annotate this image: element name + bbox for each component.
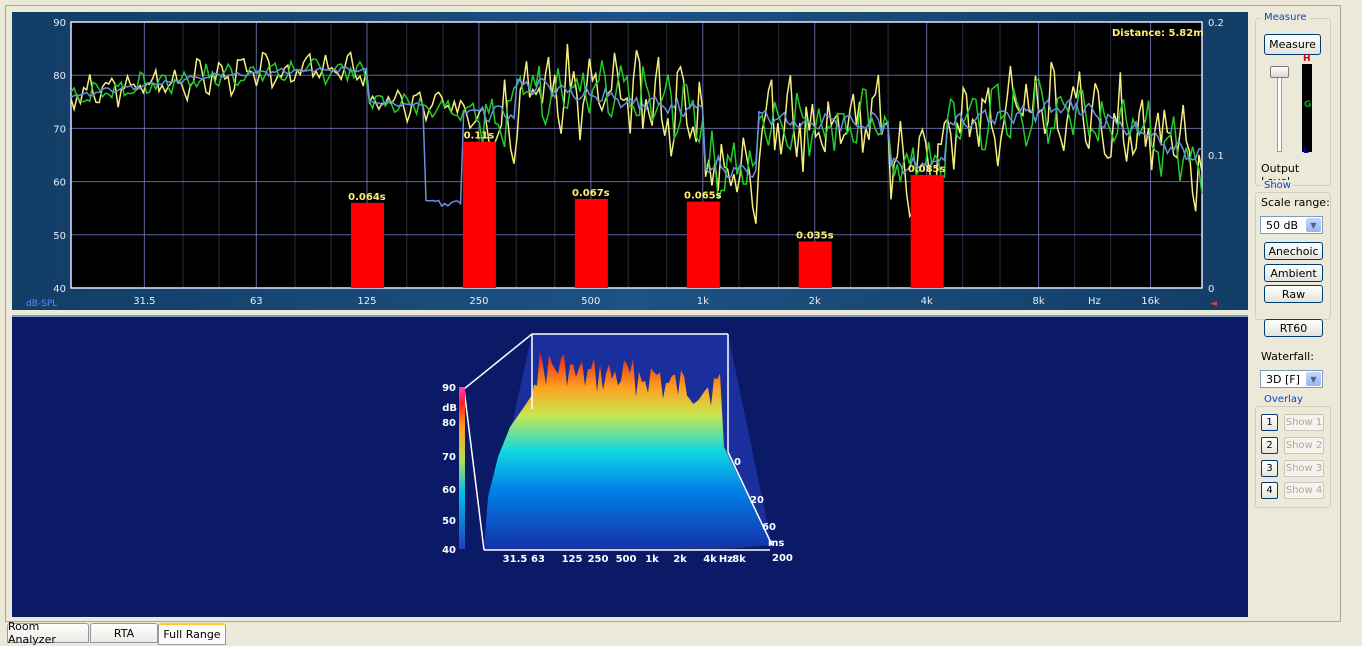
- waterfall-db-tick: 60: [442, 485, 456, 496]
- rt60-bar: [910, 174, 944, 288]
- waterfall-freq-tick: 250: [588, 554, 609, 565]
- waterfall-label: Waterfall:: [1261, 350, 1314, 363]
- frequency-response-panel: 0.064s 0.11s 0.067s 0.065s 0.035s 0.085s 90 80…: [12, 12, 1248, 310]
- x-end-marker: ◄: [1210, 299, 1217, 309]
- slider-thumb[interactable]: [1270, 66, 1289, 78]
- meter-low-label: L: [1303, 146, 1309, 156]
- meter-high-label: H: [1303, 54, 1311, 64]
- waterfall-freq-tick: 4k: [703, 554, 717, 565]
- chevron-down-icon[interactable]: ▼: [1306, 372, 1321, 386]
- chevron-down-icon[interactable]: ▼: [1306, 218, 1321, 232]
- waterfall-mode-select[interactable]: 3D [F] ▼: [1260, 370, 1323, 388]
- waterfall-time-tick: 60: [762, 522, 776, 533]
- waterfall-db-tick: 70: [442, 452, 456, 463]
- db-unit-label: dB: [442, 403, 457, 414]
- x-tick-label: 250: [469, 296, 488, 307]
- x-tick-label: 8k: [1033, 296, 1045, 307]
- waterfall-time-tick: 20: [750, 495, 764, 506]
- scale-range-value: 50 dB: [1266, 218, 1299, 232]
- rt60-button[interactable]: RT60: [1264, 319, 1323, 337]
- waterfall-panel: dB 90 80 70 60 50 40 31.5 63 125 250 500 1k 2k 4k Hz 8…: [12, 315, 1248, 617]
- y-right-tick-label: 0.1: [1208, 151, 1224, 162]
- x-tick-label: 16k: [1141, 296, 1160, 307]
- rt60-bar-label: 0.035s: [796, 230, 834, 241]
- overlay-4-button[interactable]: 4: [1261, 482, 1278, 499]
- measure-group-title: Measure: [1262, 12, 1309, 23]
- y-tick-label: 60: [53, 178, 66, 189]
- rt60-bar-label: 0.085s: [908, 164, 946, 175]
- rt60-bar-label: 0.064s: [348, 192, 386, 203]
- y-tick-label: 90: [53, 18, 66, 29]
- y-right-tick-label: 0: [1208, 284, 1214, 295]
- waterfall-db-tick: 50: [442, 516, 456, 527]
- waterfall-freq-tick: 2k: [673, 554, 687, 565]
- show-3-button[interactable]: Show 3: [1284, 460, 1324, 477]
- distance-label: Distance: 5.82m: [1112, 28, 1204, 39]
- waterfall-freq-tick: Hz: [719, 554, 733, 565]
- x-tick-label: 2k: [809, 296, 821, 307]
- rt60-bar-label: 0.065s: [684, 191, 722, 202]
- x-tick-label: 63: [250, 296, 263, 307]
- output-level-slider[interactable]: [1267, 64, 1289, 154]
- show-1-button[interactable]: Show 1: [1284, 414, 1324, 431]
- meter-good-label: G: [1304, 100, 1312, 110]
- y-tick-label: 40: [53, 284, 66, 295]
- waterfall-db-tick: 40: [442, 545, 456, 556]
- rt60-bar: [574, 198, 608, 288]
- x-tick-label: 125: [357, 296, 376, 307]
- overlay-3-button[interactable]: 3: [1261, 460, 1278, 477]
- waterfall-freq-tick: 500: [616, 554, 637, 565]
- y-tick-label: 70: [53, 124, 66, 135]
- anechoic-button[interactable]: Anechoic: [1264, 242, 1323, 260]
- frequency-response-chart: 0.064s 0.11s 0.067s 0.065s 0.035s 0.085s 90 80…: [26, 18, 1224, 309]
- ambient-button[interactable]: Ambient: [1264, 264, 1323, 282]
- x-tick-label: Hz: [1088, 296, 1101, 307]
- x-tick-label: 4k: [921, 296, 933, 307]
- waterfall-3d-plot: dB 90 80 70 60 50 40 31.5 63 125 250 500 1k 2k 4k Hz 8…: [442, 333, 793, 565]
- rt60-bar: [350, 202, 384, 288]
- rt60-bar: [798, 241, 832, 288]
- waterfall-time-unit: ms: [768, 538, 784, 549]
- waterfall-db-tick: 90: [442, 383, 456, 394]
- x-tick-label: 31.5: [133, 296, 155, 307]
- tab-rta[interactable]: RTA: [90, 623, 158, 643]
- waterfall-freq-tick: 31.5: [503, 554, 528, 565]
- control-sidebar: Measure Measure H G L Output Level Show …: [1254, 12, 1331, 508]
- y-unit-label: dB-SPL: [26, 299, 57, 309]
- rt60-bar: [462, 141, 496, 288]
- waterfall-time-tick: 200: [772, 553, 793, 564]
- rt60-bar-label: 0.11s: [464, 131, 495, 142]
- x-tick-label: 500: [581, 296, 600, 307]
- db-color-scale: [459, 387, 465, 549]
- x-tick-label: 1k: [697, 296, 709, 307]
- waterfall-freq-tick: 125: [562, 554, 583, 565]
- rt60-bar-label: 0.067s: [572, 188, 610, 199]
- measure-button[interactable]: Measure: [1264, 34, 1321, 55]
- y-tick-label: 50: [53, 231, 66, 242]
- show-group-title: Show: [1262, 180, 1293, 191]
- waterfall-freq-tick: 1k: [645, 554, 659, 565]
- overlay-1-button[interactable]: 1: [1261, 414, 1278, 431]
- tab-full-range[interactable]: Full Range: [158, 623, 226, 645]
- waterfall-time-tick: 0: [734, 457, 741, 468]
- overlay-2-button[interactable]: 2: [1261, 437, 1278, 454]
- overlay-group-title: Overlay: [1262, 394, 1305, 405]
- scale-range-label: Scale range:: [1261, 196, 1330, 209]
- waterfall-freq-tick: 8k: [732, 554, 746, 565]
- waterfall-mode-value: 3D [F]: [1266, 372, 1300, 386]
- tab-room-analyzer[interactable]: Room Analyzer: [7, 620, 89, 646]
- raw-button[interactable]: Raw: [1264, 285, 1323, 303]
- y-right-tick-label: 0.2: [1208, 18, 1224, 29]
- show-4-button[interactable]: Show 4: [1284, 482, 1324, 499]
- waterfall-db-tick: 80: [442, 418, 456, 429]
- waterfall-freq-tick: 63: [531, 554, 545, 565]
- plot-area: [71, 22, 1202, 288]
- show-2-button[interactable]: Show 2: [1284, 437, 1324, 454]
- rt60-bar: [686, 201, 720, 288]
- scale-range-select[interactable]: 50 dB ▼: [1260, 216, 1323, 234]
- y-tick-label: 80: [53, 71, 66, 82]
